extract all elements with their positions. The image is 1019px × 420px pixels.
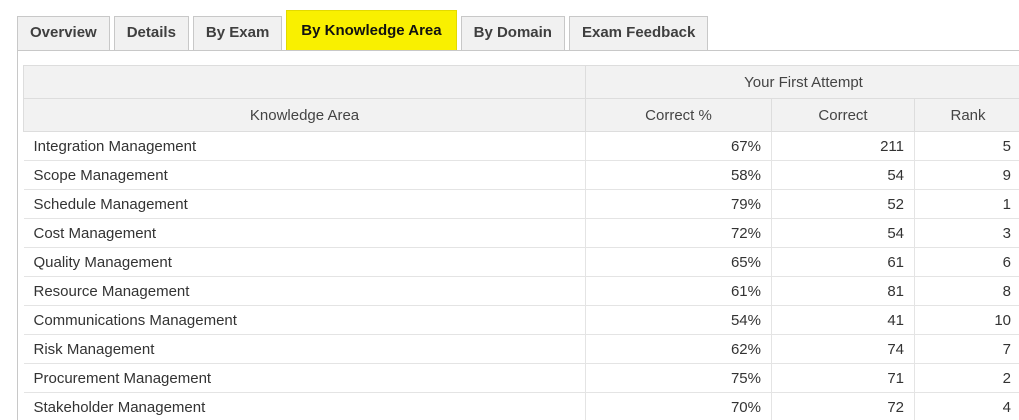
- knowledge-area-cell: Procurement Management: [23, 363, 586, 393]
- table-row: Quality Management 65% 61 6: [23, 247, 1019, 277]
- header-spacer: [23, 65, 586, 99]
- correct-pct-cell: 65%: [585, 247, 772, 277]
- rank-cell: 1: [914, 189, 1019, 219]
- knowledge-area-table: Your First Attempt Knowledge Area Correc…: [23, 65, 1019, 420]
- table-row: Risk Management 62% 74 7: [23, 334, 1019, 364]
- correct-pct-cell: 62%: [585, 334, 772, 364]
- knowledge-area-cell: Integration Management: [23, 131, 586, 161]
- correct-pct-cell: 79%: [585, 189, 772, 219]
- rank-cell: 2: [914, 363, 1019, 393]
- correct-cell: 81: [771, 276, 915, 306]
- knowledge-area-cell: Resource Management: [23, 276, 586, 306]
- rank-cell: 4: [914, 392, 1019, 420]
- rank-cell: 3: [914, 218, 1019, 248]
- rank-column-header[interactable]: Rank: [913, 98, 1019, 132]
- rank-cell: 6: [914, 247, 1019, 277]
- table-row: Scope Management 58% 54 9: [23, 160, 1019, 190]
- tab-bar: Overview Details By Exam By Knowledge Ar…: [17, 10, 712, 50]
- correct-cell: 54: [771, 218, 915, 248]
- results-page: Overview Details By Exam By Knowledge Ar…: [0, 0, 1019, 420]
- correct-pct-column-header[interactable]: Correct %: [585, 98, 772, 132]
- table-row: Stakeholder Management 70% 72 4: [23, 392, 1019, 420]
- rank-cell: 10: [914, 305, 1019, 335]
- table-row: Procurement Management 75% 71 2: [23, 363, 1019, 393]
- table-row: Resource Management 61% 81 8: [23, 276, 1019, 306]
- tab-by-domain[interactable]: By Domain: [460, 16, 565, 50]
- correct-cell: 54: [771, 160, 915, 190]
- table-row: Schedule Management 79% 52 1: [23, 189, 1019, 219]
- tab-panel: Your First Attempt Knowledge Area Correc…: [17, 50, 1019, 420]
- table-row: Communications Management 54% 41 10: [23, 305, 1019, 335]
- correct-cell: 61: [771, 247, 915, 277]
- knowledge-area-cell: Communications Management: [23, 305, 586, 335]
- knowledge-area-cell: Scope Management: [23, 160, 586, 190]
- rank-cell: 7: [914, 334, 1019, 364]
- correct-pct-cell: 54%: [585, 305, 772, 335]
- knowledge-area-column-header[interactable]: Knowledge Area: [23, 98, 586, 132]
- correct-pct-cell: 70%: [585, 392, 772, 420]
- rank-cell: 8: [914, 276, 1019, 306]
- rank-cell: 9: [914, 160, 1019, 190]
- table-row: Integration Management 67% 211 5: [23, 131, 1019, 161]
- knowledge-area-cell: Quality Management: [23, 247, 586, 277]
- tab-overview[interactable]: Overview: [17, 16, 110, 50]
- knowledge-area-cell: Schedule Management: [23, 189, 586, 219]
- correct-column-header[interactable]: Correct: [771, 98, 915, 132]
- correct-cell: 74: [771, 334, 915, 364]
- tab-by-knowledge-area[interactable]: By Knowledge Area: [286, 10, 457, 50]
- correct-cell: 41: [771, 305, 915, 335]
- tab-by-exam[interactable]: By Exam: [192, 16, 283, 50]
- correct-pct-cell: 58%: [585, 160, 772, 190]
- table-row: Cost Management 72% 54 3: [23, 218, 1019, 248]
- knowledge-area-cell: Risk Management: [23, 334, 586, 364]
- tab-exam-feedback[interactable]: Exam Feedback: [568, 16, 709, 50]
- correct-pct-cell: 72%: [585, 218, 772, 248]
- rank-cell: 5: [914, 131, 1019, 161]
- tab-details[interactable]: Details: [113, 16, 189, 50]
- correct-cell: 72: [771, 392, 915, 420]
- correct-pct-cell: 75%: [585, 363, 772, 393]
- correct-cell: 71: [771, 363, 915, 393]
- first-attempt-group-header: Your First Attempt: [584, 65, 1019, 99]
- knowledge-area-cell: Stakeholder Management: [23, 392, 586, 420]
- correct-pct-cell: 61%: [585, 276, 772, 306]
- correct-cell: 52: [771, 189, 915, 219]
- correct-pct-cell: 67%: [585, 131, 772, 161]
- correct-cell: 211: [771, 131, 915, 161]
- knowledge-area-cell: Cost Management: [23, 218, 586, 248]
